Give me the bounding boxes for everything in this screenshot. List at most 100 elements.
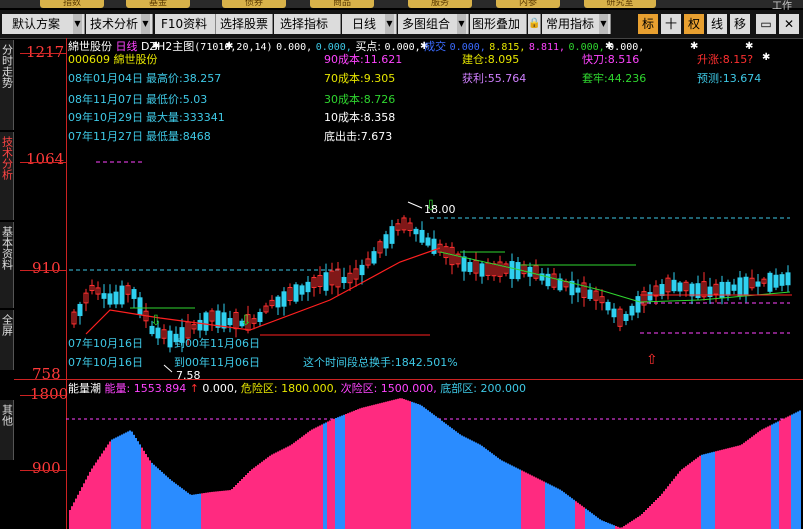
volume-bar (97, 459, 99, 529)
volume-bar (239, 481, 241, 529)
volume-bar (663, 491, 665, 529)
volume-bar (557, 488, 559, 529)
candle-body (383, 234, 389, 249)
volume-bar (725, 448, 727, 529)
volume-bar (151, 462, 153, 529)
volume-bar (599, 519, 601, 529)
volume-bar (635, 518, 637, 529)
volume-bar (229, 490, 231, 529)
volume-bar (365, 406, 367, 529)
down-arrow-icon: ⇩ (240, 313, 252, 329)
volume-bar (149, 460, 151, 529)
volume-bar (603, 521, 605, 529)
candle-body (281, 291, 287, 307)
trapped-ratio: 套牢:44.236 (582, 72, 647, 85)
volume-bar (121, 434, 123, 529)
volume-bar (311, 429, 313, 529)
volume-bar (131, 431, 133, 529)
volume-bar (339, 416, 341, 529)
indicator-value: 0.000, (276, 42, 313, 53)
volume-bar (479, 444, 481, 529)
volume-bar (253, 467, 255, 529)
candle-body (743, 276, 749, 296)
volume-bar (285, 447, 287, 529)
volume-bar (471, 440, 473, 529)
volume-bar (161, 471, 163, 529)
volume-bar (209, 492, 211, 529)
volume-bar (525, 472, 527, 529)
volume-bar (103, 450, 105, 529)
volume-bar (589, 511, 591, 529)
volume-bar (309, 430, 311, 529)
volume-bar (377, 403, 379, 529)
volume-bar (395, 399, 397, 529)
candle-body (293, 284, 299, 302)
volume-bar (273, 453, 275, 529)
volume-bar (75, 498, 77, 529)
volume-bar (701, 454, 703, 529)
volume-bar (751, 436, 753, 529)
volume-bar (69, 510, 71, 529)
volume-bar (145, 454, 147, 529)
volume-bar (501, 460, 503, 529)
volume-bar (79, 490, 81, 529)
volume-bar (251, 469, 253, 529)
candle-body (605, 301, 611, 311)
volume-bar (237, 483, 239, 529)
volume-bar (597, 517, 599, 529)
volume-bar (157, 468, 159, 529)
candle-body (137, 297, 143, 315)
cost-10: 10成本:8.358 (324, 111, 396, 124)
build-position: 建仓:8.095 (462, 53, 520, 66)
volume-bar (495, 456, 497, 529)
candle-body (509, 261, 515, 279)
volume-bar (105, 447, 107, 529)
volume-header: 能量潮 能量: 1553.894 ↑ 0.000, 危险区: 1800.000,… (68, 380, 526, 396)
volume-bar (457, 432, 459, 529)
volume-bar (785, 417, 787, 529)
volume-bar (421, 405, 423, 529)
candle-body (659, 284, 665, 296)
volume-bar (295, 441, 297, 529)
volume-bar (293, 442, 295, 529)
volume-bar (81, 487, 83, 529)
volume-bar (429, 411, 431, 529)
volume-bar (761, 429, 763, 529)
volume-bar (763, 428, 765, 529)
volume-bar (483, 447, 485, 529)
bottom-strike: 底出击:7.673 (324, 130, 393, 143)
volume-bar (135, 438, 137, 529)
volume-bar (609, 523, 611, 529)
volume-bar (745, 441, 747, 529)
volume-bar (561, 490, 563, 529)
volume-bar (509, 464, 511, 529)
volume-bar (385, 401, 387, 529)
volume-bar (247, 473, 249, 529)
candle-body (773, 274, 779, 288)
volume-bar (685, 466, 687, 529)
volume-bar (231, 489, 233, 529)
volume-bar (487, 450, 489, 529)
volume-bar (707, 453, 709, 529)
volume-bar (291, 444, 293, 529)
candle-body (197, 319, 203, 331)
volume-bar (143, 450, 145, 529)
volume-bar (771, 424, 773, 529)
volume-bar (343, 414, 345, 529)
sub-danger-zone: 次险区: 1500.000, (340, 382, 437, 395)
volume-bar (221, 490, 223, 529)
volume-bar (447, 425, 449, 529)
candle-body (467, 262, 473, 272)
volume-bar (327, 421, 329, 529)
candle-body (299, 285, 305, 295)
volume-bar (341, 415, 343, 529)
volume-bar (213, 491, 215, 529)
volume-bar (415, 403, 417, 529)
candle-body (305, 281, 311, 293)
up-arrow-icon: ⇧ (646, 352, 658, 368)
candle-body (203, 312, 209, 331)
candle-body (515, 262, 521, 280)
volume-bar (737, 445, 739, 529)
volume-bar (661, 493, 663, 529)
volume-bar (99, 456, 101, 529)
